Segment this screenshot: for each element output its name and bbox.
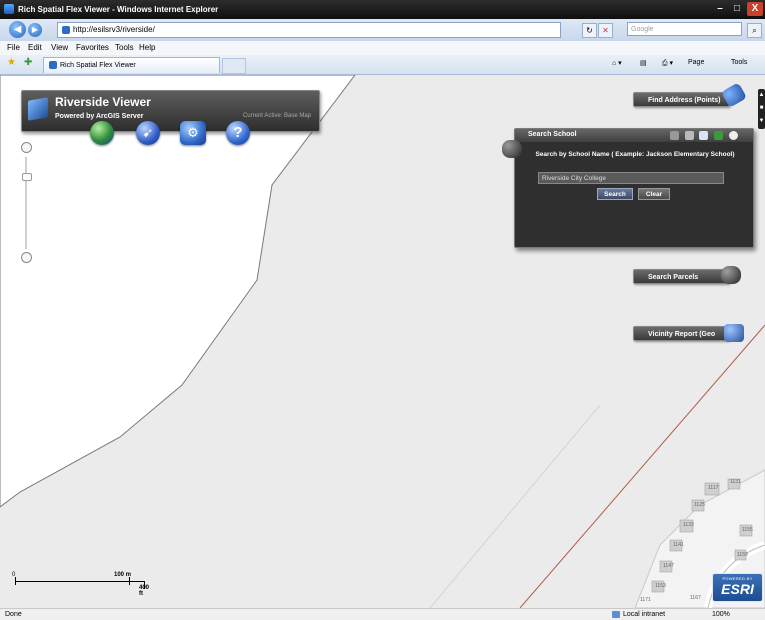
scale-imperial-label: 400 ft bbox=[139, 585, 150, 597]
address-bar[interactable]: http://esilsrv3/riverside/ bbox=[57, 22, 561, 38]
address-url: http://esilsrv3/riverside/ bbox=[73, 25, 155, 34]
search-input[interactable]: Google bbox=[627, 22, 742, 36]
print-icon[interactable]: ⎙ ▾ bbox=[662, 59, 673, 68]
window-title: Rich Spatial Flex Viewer - Windows Inter… bbox=[18, 5, 219, 14]
parcel-number: 1153 bbox=[655, 583, 666, 589]
tools-menu[interactable]: Tools bbox=[731, 59, 747, 66]
close-panel-icon[interactable] bbox=[729, 131, 738, 140]
parcel-number: 1167 bbox=[690, 595, 701, 601]
minimize-panel-icon[interactable] bbox=[714, 131, 723, 140]
home-icon[interactable]: ⌂ ▾ bbox=[612, 59, 622, 67]
binoculars-tab-icon[interactable] bbox=[685, 131, 694, 140]
parcel-number: 1133 bbox=[683, 522, 694, 528]
minimize-button[interactable]: – bbox=[712, 2, 728, 16]
search-parcels-button[interactable]: Search Parcels bbox=[633, 269, 730, 284]
app-title: Riverside Viewer bbox=[55, 95, 151, 109]
zoom-in-button[interactable] bbox=[21, 142, 32, 153]
page-icon bbox=[49, 61, 57, 70]
page-icon bbox=[62, 26, 70, 34]
menu-favorites[interactable]: Favorites bbox=[76, 43, 109, 52]
active-map-label: Current Active: Base Map bbox=[242, 113, 311, 119]
viewer-header: Riverside Viewer Powered by ArcGIS Serve… bbox=[21, 90, 320, 145]
stop-icon[interactable]: ✕ bbox=[598, 23, 613, 38]
navigation-bar: ◀ ▶ http://esilsrv3/riverside/ ↻ ✕ Googl… bbox=[0, 19, 765, 41]
zoom-level[interactable]: 100% bbox=[712, 611, 730, 618]
side-navigation: ▲ ■ ▼ bbox=[758, 89, 765, 129]
tab-label: Rich Spatial Flex Viewer bbox=[60, 62, 136, 69]
feeds-icon[interactable]: ▤ bbox=[640, 59, 647, 67]
esri-wordmark: ESRI bbox=[721, 581, 754, 597]
compass-icon[interactable]: ➹ bbox=[136, 121, 160, 145]
zoom-slider-track[interactable] bbox=[25, 157, 27, 249]
add-favorite-icon[interactable]: ✚ bbox=[24, 57, 32, 68]
list-tab-icon[interactable] bbox=[699, 131, 708, 140]
vicinity-report-button[interactable]: Vicinity Report (Geo bbox=[633, 326, 730, 341]
scale-tick bbox=[15, 577, 16, 585]
scale-bar: 0 100 m 400 ft bbox=[12, 572, 150, 597]
new-tab-button[interactable] bbox=[222, 58, 246, 74]
search-button[interactable]: Search bbox=[597, 188, 633, 200]
binoculars-icon bbox=[502, 140, 522, 158]
intranet-zone-icon bbox=[612, 611, 620, 618]
back-button[interactable]: ◀ bbox=[9, 21, 26, 38]
menu-edit[interactable]: Edit bbox=[28, 43, 42, 52]
search-go-icon[interactable]: ⌕ bbox=[747, 23, 762, 38]
status-bar: Done Local intranet 100% bbox=[0, 608, 765, 620]
parcel-number: 1171 bbox=[640, 597, 651, 603]
menu-file[interactable]: File bbox=[7, 43, 20, 52]
scale-metric-label: 100 m bbox=[114, 572, 132, 578]
scale-tick bbox=[129, 577, 130, 585]
maximize-button[interactable]: □ bbox=[729, 2, 745, 16]
security-zone[interactable]: Local intranet bbox=[623, 611, 665, 618]
close-window-button[interactable]: X bbox=[747, 2, 763, 16]
parcel-number: 1125 bbox=[694, 502, 705, 508]
refresh-icon[interactable]: ↻ bbox=[582, 23, 597, 38]
parcel-number: 1141 bbox=[673, 542, 684, 548]
panel-header: Search School bbox=[515, 129, 753, 142]
clear-button[interactable]: Clear bbox=[638, 188, 670, 200]
nav-down-arrow-icon[interactable]: ▼ bbox=[758, 115, 765, 128]
scale-line bbox=[15, 581, 145, 582]
school-name-input[interactable]: Riverside City College bbox=[538, 172, 724, 184]
parcel-number: 1159 bbox=[737, 552, 748, 558]
ie-icon bbox=[4, 4, 14, 14]
page-menu[interactable]: Page bbox=[688, 59, 704, 66]
cube-logo-icon bbox=[28, 97, 48, 121]
menu-help[interactable]: Help bbox=[139, 43, 155, 52]
window-titlebar: Rich Spatial Flex Viewer - Windows Inter… bbox=[0, 0, 765, 19]
parcel-number: 1131 bbox=[730, 479, 741, 485]
help-icon[interactable]: ? bbox=[226, 121, 250, 145]
parcel-number: 1147 bbox=[663, 563, 674, 569]
search-prompt: Search by School Name ( Example: Jackson… bbox=[535, 151, 735, 158]
app-subtitle: Powered by ArcGIS Server bbox=[55, 113, 144, 120]
esri-logo[interactable]: POWERED BY ESRI bbox=[712, 573, 763, 602]
status-text: Done bbox=[5, 611, 22, 618]
binoculars-icon[interactable] bbox=[721, 266, 741, 284]
menu-tools[interactable]: Tools bbox=[115, 43, 134, 52]
binoculars-tab-icon[interactable] bbox=[670, 131, 679, 140]
forward-button[interactable]: ▶ bbox=[28, 23, 42, 37]
settings-gears-icon[interactable]: ⚙ bbox=[180, 121, 206, 145]
zoom-out-button[interactable] bbox=[21, 252, 32, 263]
tab-bar: ★ ✚ Rich Spatial Flex Viewer ⌂ ▾ ▤ ⎙ ▾ P… bbox=[0, 55, 765, 75]
zoom-slider-thumb[interactable] bbox=[22, 173, 32, 181]
find-address-button[interactable]: Find Address (Points) bbox=[633, 92, 730, 107]
globe-icon[interactable] bbox=[90, 121, 114, 145]
search-school-panel: Search School Search by School Name ( Ex… bbox=[514, 128, 754, 248]
nav-up-arrow-icon[interactable]: ▲ bbox=[758, 89, 765, 102]
menu-bar: File Edit View Favorites Tools Help bbox=[0, 41, 765, 55]
map-canvas[interactable]: 1117 1131 1125 1133 1141 1147 1153 1155 … bbox=[0, 75, 765, 608]
tab-active[interactable]: Rich Spatial Flex Viewer bbox=[43, 57, 220, 73]
report-icon[interactable] bbox=[724, 324, 744, 342]
parcel-number: 1117 bbox=[708, 485, 719, 491]
favorites-star-icon[interactable]: ★ bbox=[7, 57, 16, 68]
nav-middle-icon[interactable]: ■ bbox=[758, 102, 765, 115]
parcel-number: 1155 bbox=[742, 527, 753, 533]
panel-title: Search School bbox=[528, 131, 577, 138]
menu-view[interactable]: View bbox=[51, 43, 68, 52]
